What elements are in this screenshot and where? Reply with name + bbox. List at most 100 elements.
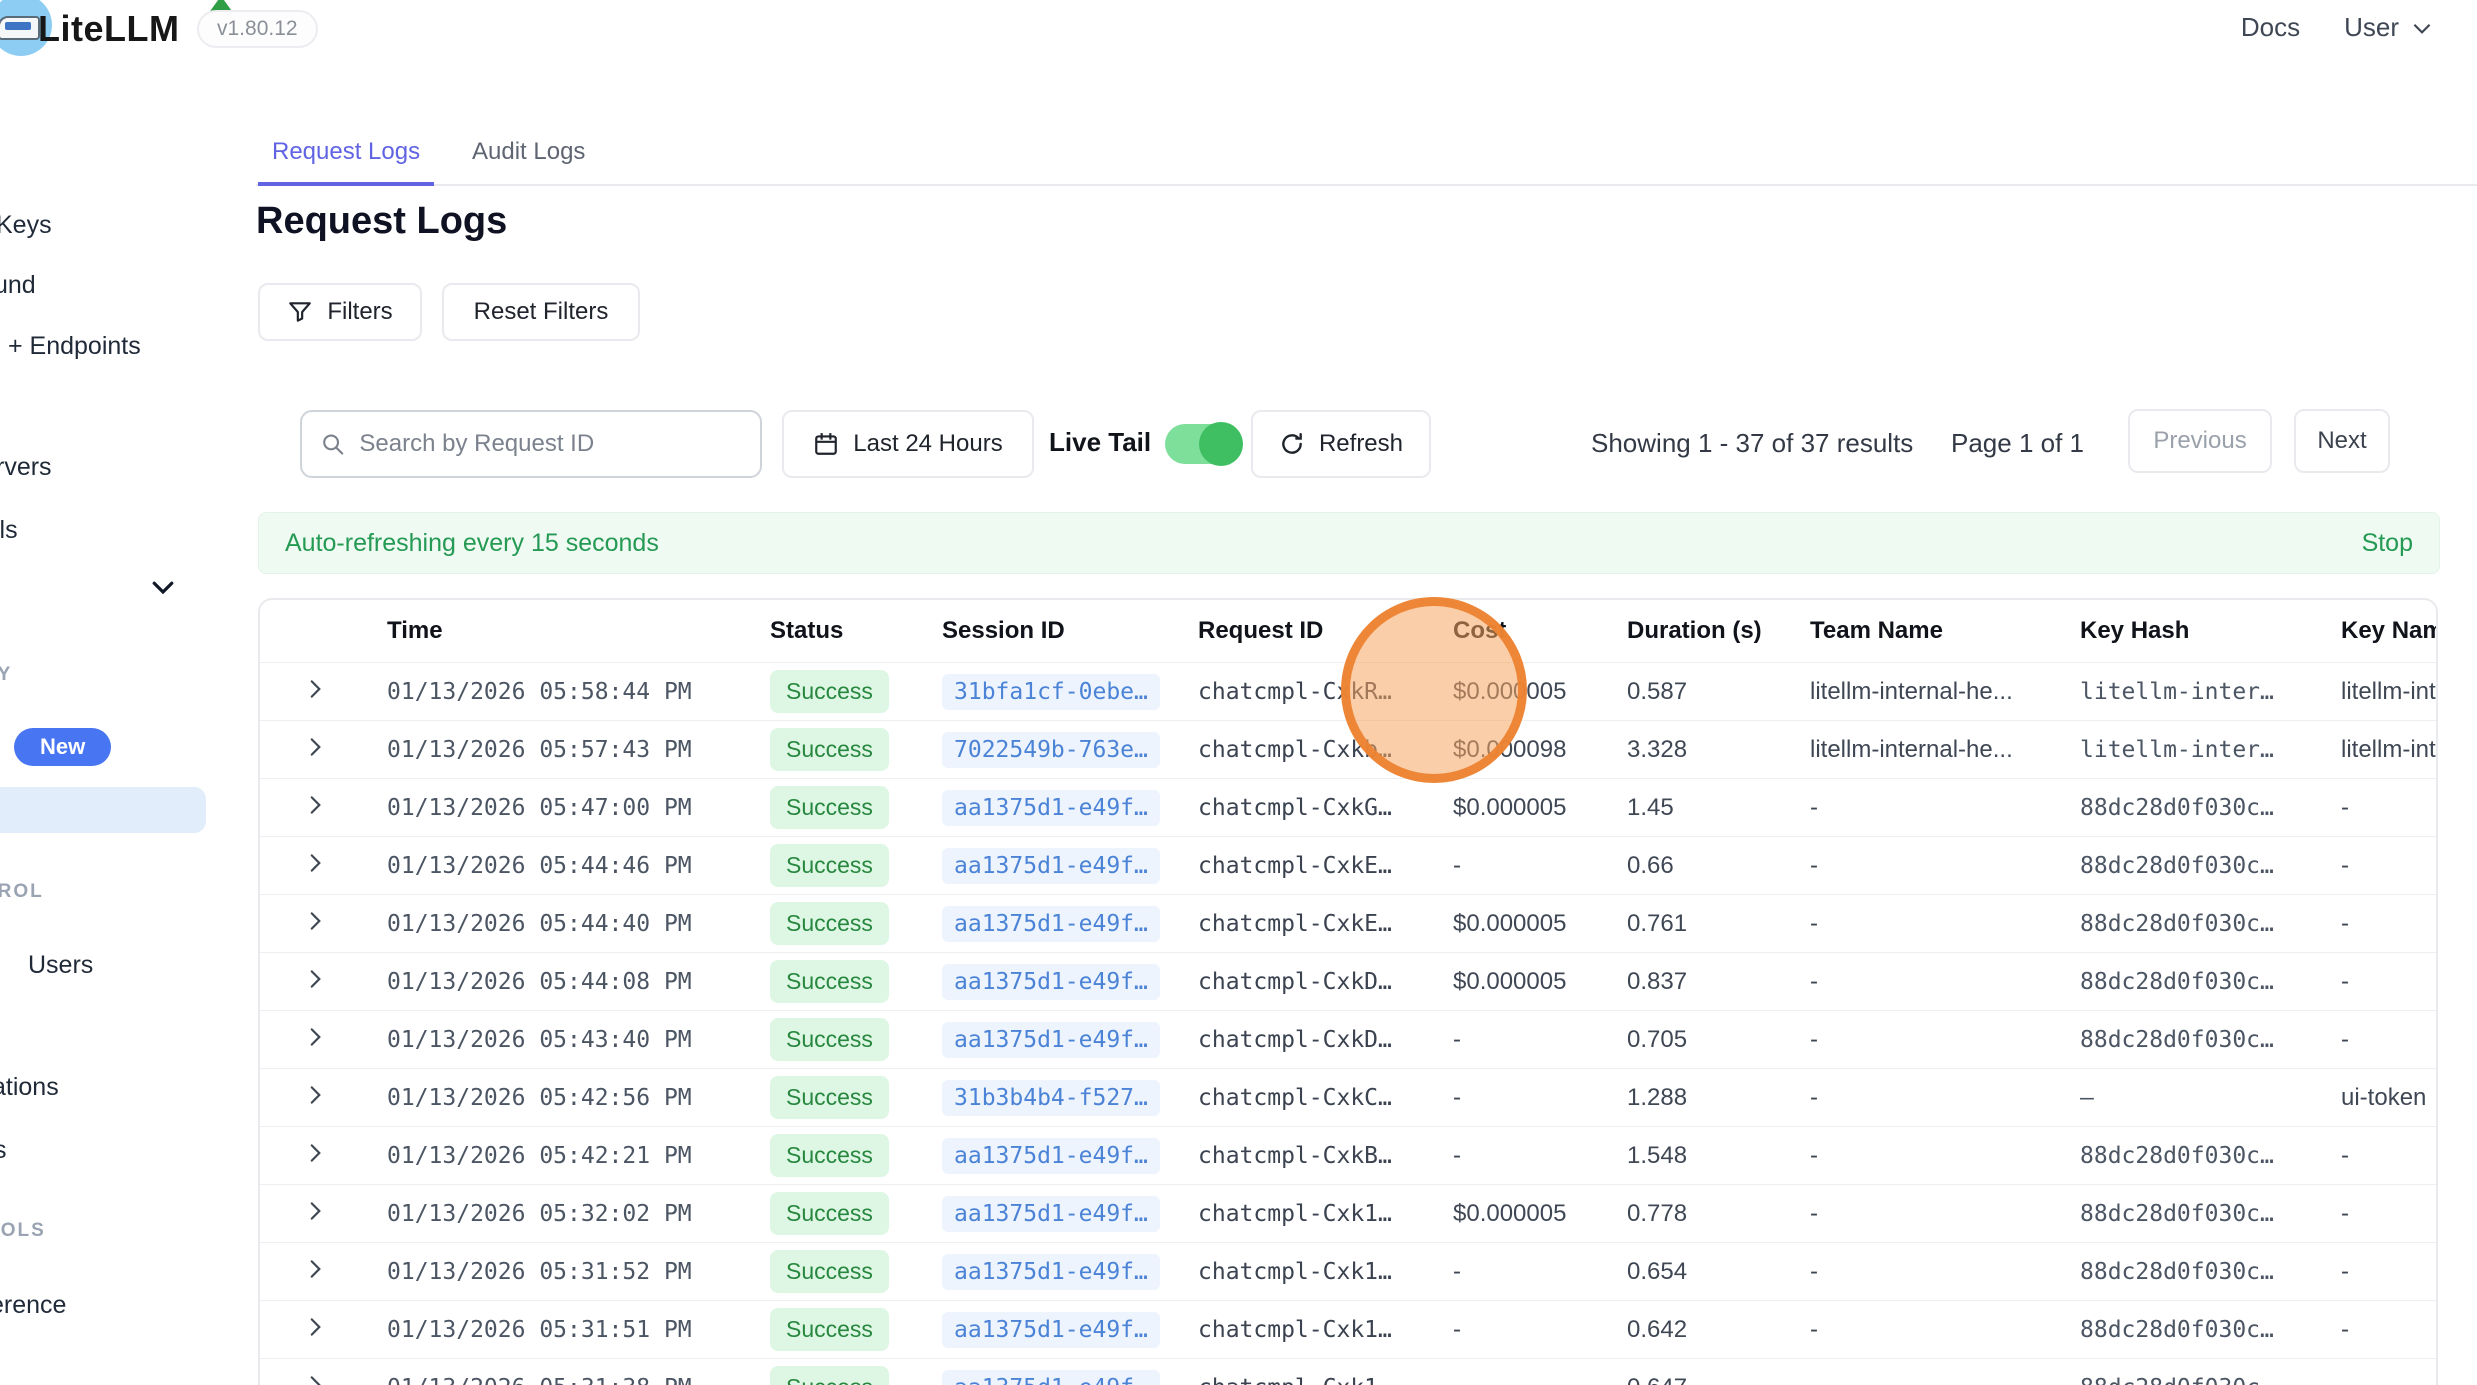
sidebar-active-item[interactable] <box>0 787 206 833</box>
sidebar-item[interactable]: Keys <box>0 211 52 240</box>
cell-key-name: litellm-int <box>2341 736 2438 764</box>
sidebar-item[interactable]: ations <box>0 1073 59 1102</box>
brand-title: LiteLLM <box>38 8 179 50</box>
expand-row-button[interactable] <box>302 908 328 934</box>
page-title: Request Logs <box>256 200 507 243</box>
cell-request-id: chatcmpl-CxkD… <box>1198 969 1453 995</box>
expand-row-button[interactable] <box>302 676 328 702</box>
expand-row-button[interactable] <box>302 850 328 876</box>
previous-page-button[interactable]: Previous <box>2128 409 2272 473</box>
sidebar-item[interactable]: erence <box>0 1291 66 1320</box>
expand-row-button[interactable] <box>302 792 328 818</box>
cell-request-id: chatcmpl-Cxk1… <box>1198 1317 1453 1343</box>
search-input[interactable] <box>359 430 742 458</box>
session-id-link[interactable]: 7022549b-763e… <box>942 732 1160 768</box>
results-count-text: Showing 1 - 37 of 37 results <box>1591 428 1913 459</box>
cell-expand <box>260 1198 387 1229</box>
table-row[interactable]: 01/13/2026 05:44:40 PMSuccessaa1375d1-e4… <box>260 894 2436 952</box>
cell-key-hash: 88dc28d0f030c… <box>2080 795 2341 821</box>
table-row[interactable]: 01/13/2026 05:58:44 PMSuccess31bfa1cf-0e… <box>260 662 2436 720</box>
tab-request-logs[interactable]: Request Logs <box>258 130 434 186</box>
cell-expand <box>260 1024 387 1055</box>
tab-audit-logs[interactable]: Audit Logs <box>458 130 599 186</box>
cell-key-hash: 88dc28d0f030c… <box>2080 1201 2341 1227</box>
status-badge: Success <box>770 960 889 1003</box>
time-range-button[interactable]: Last 24 Hours <box>782 410 1034 478</box>
cell-cost: - <box>1453 1374 1627 1385</box>
table-row[interactable]: 01/13/2026 05:31:51 PMSuccessaa1375d1-e4… <box>260 1300 2436 1358</box>
cell-key-name: - <box>2341 910 2438 938</box>
expand-row-button[interactable] <box>302 1256 328 1282</box>
session-id-link[interactable]: aa1375d1-e49f… <box>942 964 1160 1000</box>
cell-status: Success <box>770 1134 942 1177</box>
cell-duration: 0.837 <box>1627 968 1810 996</box>
expand-row-button[interactable] <box>302 1024 328 1050</box>
cell-expand <box>260 1140 387 1171</box>
cell-request-id: chatcmpl-Cxk1… <box>1198 1375 1453 1385</box>
sidebar-item[interactable]: und <box>0 271 36 300</box>
cell-duration: 0.761 <box>1627 910 1810 938</box>
session-id-link[interactable]: aa1375d1-e49f… <box>942 1370 1160 1385</box>
session-id-link[interactable]: aa1375d1-e49f… <box>942 1254 1160 1290</box>
table-row[interactable]: 01/13/2026 05:32:02 PMSuccessaa1375d1-e4… <box>260 1184 2436 1242</box>
session-id-link[interactable]: aa1375d1-e49f… <box>942 1022 1160 1058</box>
cell-session: 31bfa1cf-0ebe… <box>942 674 1198 710</box>
live-tail-toggle[interactable] <box>1165 424 1239 464</box>
sidebar-collapse-chevron-icon[interactable] <box>148 572 178 602</box>
session-id-link[interactable]: aa1375d1-e49f… <box>942 906 1160 942</box>
session-id-link[interactable]: aa1375d1-e49f… <box>942 1312 1160 1348</box>
docs-link[interactable]: Docs <box>2241 12 2300 43</box>
calendar-icon <box>813 431 839 457</box>
cell-status: Success <box>770 786 942 829</box>
table-row[interactable]: 01/13/2026 05:31:52 PMSuccessaa1375d1-e4… <box>260 1242 2436 1300</box>
sidebar-item[interactable]: rvers <box>0 453 52 482</box>
cell-status: Success <box>770 844 942 887</box>
table-row[interactable]: 01/13/2026 05:57:43 PMSuccess7022549b-76… <box>260 720 2436 778</box>
table-row[interactable]: 01/13/2026 05:44:46 PMSuccessaa1375d1-e4… <box>260 836 2436 894</box>
session-id-link[interactable]: aa1375d1-e49f… <box>942 1196 1160 1232</box>
session-id-link[interactable]: 31b3b4b4-f527… <box>942 1080 1160 1116</box>
expand-row-button[interactable] <box>302 1140 328 1166</box>
cell-key-name: - <box>2341 1200 2438 1228</box>
session-id-link[interactable]: aa1375d1-e49f… <box>942 1138 1160 1174</box>
cell-expand <box>260 1372 387 1385</box>
filters-button[interactable]: Filters <box>258 283 422 341</box>
cell-expand <box>260 1256 387 1287</box>
session-id-link[interactable]: aa1375d1-e49f… <box>942 848 1160 884</box>
expand-row-button[interactable] <box>302 734 328 760</box>
session-id-link[interactable]: 31bfa1cf-0ebe… <box>942 674 1160 710</box>
sidebar-item[interactable]: ils <box>0 516 18 545</box>
reset-filters-button[interactable]: Reset Filters <box>442 283 640 341</box>
cell-cost: - <box>1453 1142 1627 1170</box>
table-row[interactable]: 01/13/2026 05:43:40 PMSuccessaa1375d1-e4… <box>260 1010 2436 1068</box>
cell-key-name: - <box>2341 852 2438 880</box>
expand-row-button[interactable] <box>302 1314 328 1340</box>
sidebar-item[interactable]: s <box>0 1136 7 1165</box>
expand-row-button[interactable] <box>302 1372 328 1385</box>
expand-row-button[interactable] <box>302 966 328 992</box>
cell-team-name: - <box>1810 852 2080 880</box>
next-page-button[interactable]: Next <box>2294 409 2390 473</box>
cell-request-id: chatcmpl-CxkR… <box>1198 679 1453 705</box>
cell-key-hash: litellm-inter… <box>2080 737 2341 763</box>
cell-expand <box>260 908 387 939</box>
table-row[interactable]: 01/13/2026 05:42:56 PMSuccess31b3b4b4-f5… <box>260 1068 2436 1126</box>
stop-auto-refresh-button[interactable]: Stop <box>2362 529 2413 558</box>
session-id-link[interactable]: aa1375d1-e49f… <box>942 790 1160 826</box>
sidebar-item[interactable]: Users <box>28 951 93 980</box>
cell-request-id: chatcmpl-CxkG… <box>1198 795 1453 821</box>
table-row[interactable]: 01/13/2026 05:42:21 PMSuccessaa1375d1-e4… <box>260 1126 2436 1184</box>
table-row[interactable]: 01/13/2026 05:44:08 PMSuccessaa1375d1-e4… <box>260 952 2436 1010</box>
cell-status: Success <box>770 960 942 1003</box>
expand-row-button[interactable] <box>302 1198 328 1224</box>
chevron-right-icon <box>302 1198 328 1224</box>
table-row[interactable]: 01/13/2026 05:47:00 PMSuccessaa1375d1-e4… <box>260 778 2436 836</box>
sidebar-item[interactable]: + Endpoints <box>8 332 141 361</box>
expand-row-button[interactable] <box>302 1082 328 1108</box>
refresh-button[interactable]: Refresh <box>1251 410 1431 478</box>
sidebar-section-label: TROL <box>0 881 44 903</box>
cell-expand <box>260 966 387 997</box>
user-menu[interactable]: User <box>2344 12 2435 43</box>
col-header-cost: Cost <box>1453 617 1627 645</box>
table-row[interactable]: 01/13/2026 05:31:38 PMSuccessaa1375d1-e4… <box>260 1358 2436 1385</box>
